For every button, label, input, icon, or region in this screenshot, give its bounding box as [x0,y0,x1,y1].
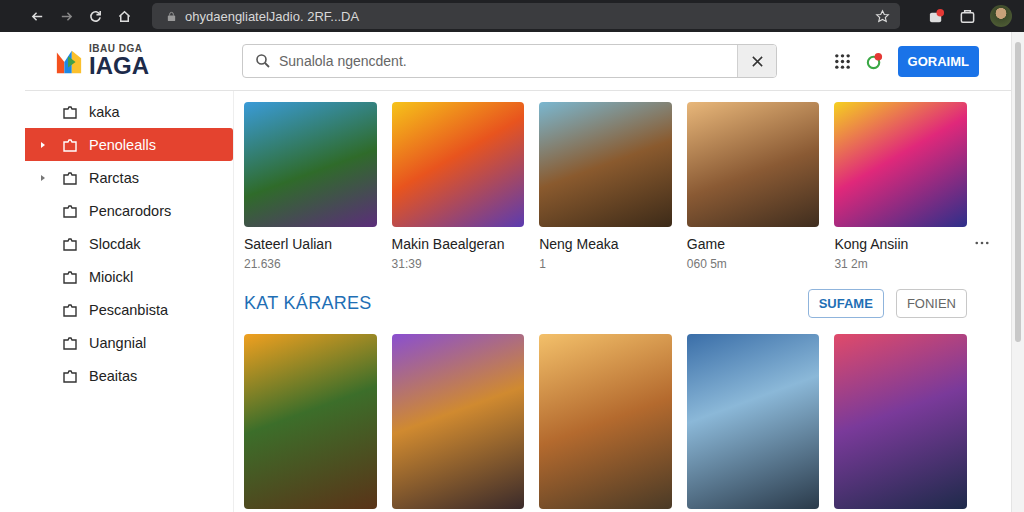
menu-item-icon [61,235,79,253]
apps-grid-icon[interactable] [834,53,851,70]
browser-window: ohydaengliatelJadio. 2RF...DA IBAU DGA I… [0,0,1024,512]
search-field[interactable]: Sunalola ngencdent. [242,44,777,78]
search-placeholder: Sunalola ngencdent. [279,53,737,69]
home-icon[interactable] [117,9,132,24]
account-button[interactable]: GORAIML [898,46,979,77]
sidebar-item-label: Uangnial [89,335,146,351]
filter-button[interactable]: SUFAME [808,289,884,318]
game-cover[interactable] [687,334,820,509]
menu-item-icon [61,334,79,352]
section-header: KAT KÁRARES SUFAME FONIEN [244,289,967,318]
game-title: Makin Baealgeran [392,236,525,252]
game-cover[interactable] [539,102,672,227]
sidebar-item-label: Penolealls [89,137,156,153]
url-text: ohydaengliatelJadio. 2RF...DA [185,9,867,24]
reload-icon[interactable] [88,9,103,24]
section-games [244,334,967,509]
sidebar-item-label: Pescanbista [89,302,168,318]
sidebar-item[interactable]: Rarctas [25,161,233,194]
featured-games: Sateerl Ualian 21.636 Makin Baealgeran 3… [244,102,967,271]
menu-item-icon [61,202,79,220]
scrollbar[interactable] [1011,32,1024,512]
sidebar-item-label: kaka [89,104,120,120]
sidebar-item-label: Slocdak [89,236,141,252]
game-meta: 1 [539,257,672,271]
scrollbar-thumb[interactable] [1015,42,1021,342]
sidebar-item[interactable]: kaka [25,95,233,128]
game-cover[interactable] [834,334,967,509]
logo[interactable]: IBAU DGA IAGA [25,44,242,78]
game-cover[interactable] [834,102,967,227]
game-cover[interactable] [687,102,820,227]
address-bar[interactable]: ohydaengliatelJadio. 2RF...DA [152,3,900,29]
sidebar-item[interactable]: Beaitas [25,359,233,392]
forward-icon[interactable] [59,9,74,24]
sidebar: kaka Penolealls Rarctas Pencarodors Sloc… [25,91,234,512]
notification-icon[interactable] [865,52,884,71]
sidebar-item[interactable]: Slocdak [25,227,233,260]
game-title: Sateerl Ualian [244,236,377,252]
game-cover[interactable] [539,334,672,509]
sidebar-item[interactable]: Mioickl [25,260,233,293]
lock-icon [166,11,177,22]
sidebar-item[interactable]: Penolealls [25,128,233,161]
menu-item-icon [61,301,79,319]
expand-arrow-icon[interactable] [39,141,47,149]
content: Sateerl Ualian 21.636 Makin Baealgeran 3… [234,91,1011,512]
game-card[interactable]: Neng Meaka 1 [539,102,672,271]
menu-item-icon [61,268,79,286]
more-options-icon[interactable] [975,241,989,245]
close-icon [751,55,764,68]
game-cover[interactable] [392,334,525,509]
game-title: Kong Ansiin [834,236,967,252]
menu-item-icon [61,367,79,385]
briefcase-icon[interactable] [959,8,976,25]
game-meta: 060 5m [687,257,820,271]
extension-icon[interactable] [928,8,945,25]
sidebar-item[interactable]: Uangnial [25,326,233,359]
browser-toolbar: ohydaengliatelJadio. 2RF...DA [0,0,1024,32]
logo-tagline: IBAU DGA [89,44,149,54]
game-cover[interactable] [244,102,377,227]
game-card[interactable]: Sateerl Ualian 21.636 [244,102,377,271]
game-meta: 31 2m [834,257,967,271]
menu-item-icon [61,169,79,187]
menu-item-icon [61,136,79,154]
logo-icon [55,46,83,76]
sidebar-item-label: Mioickl [89,269,133,285]
game-card[interactable]: Makin Baealgeran 31:39 [392,102,525,271]
game-card[interactable]: Game 060 5m [687,102,820,271]
sidebar-item-label: Beaitas [89,368,137,384]
game-title: Game [687,236,820,252]
page: IBAU DGA IAGA Sunalola ngencdent. GORAIM… [0,32,1011,512]
filter-button[interactable]: FONIEN [896,289,967,318]
game-cover[interactable] [244,334,377,509]
game-title: Neng Meaka [539,236,672,252]
sidebar-item[interactable]: Pescanbista [25,293,233,326]
sidebar-item-label: Pencarodors [89,203,171,219]
menu-item-icon [61,103,79,121]
back-icon[interactable] [30,9,45,24]
sidebar-item[interactable]: Pencarodors [25,194,233,227]
game-meta: 31:39 [392,257,525,271]
site-header: IBAU DGA IAGA Sunalola ngencdent. GORAIM… [25,32,1011,91]
sidebar-item-label: Rarctas [89,170,139,186]
profile-avatar-icon[interactable] [990,5,1012,27]
search-icon [255,53,271,69]
star-icon[interactable] [875,9,890,24]
game-card[interactable]: Kong Ansiin 31 2m [834,102,967,271]
clear-button[interactable] [737,45,776,77]
game-cover[interactable] [392,102,525,227]
game-meta: 21.636 [244,257,377,271]
section-title: KAT KÁRARES [244,293,372,314]
logo-name: IAGA [89,54,149,78]
expand-arrow-icon[interactable] [39,174,47,182]
